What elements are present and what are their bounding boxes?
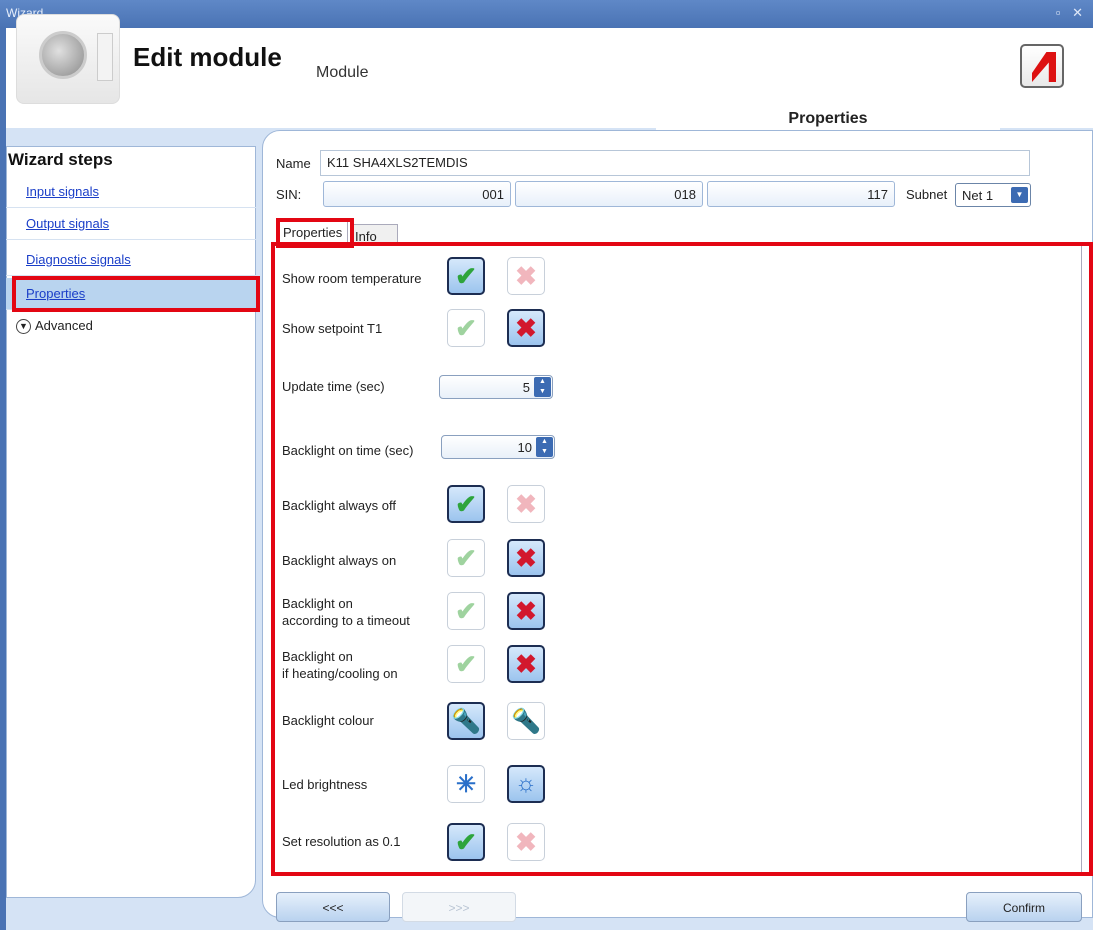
check-icon: ✔ bbox=[455, 260, 477, 291]
update-time-label: Update time (sec) bbox=[282, 379, 385, 394]
sin-label: SIN: bbox=[276, 187, 302, 202]
backlight-always-on-label: Backlight always on bbox=[282, 553, 397, 568]
window-controls[interactable]: ▫ ✕ bbox=[1056, 5, 1087, 21]
show-room-temperature-no-button[interactable]: ✖ bbox=[507, 257, 545, 295]
back-button[interactable]: <<< bbox=[276, 892, 390, 922]
update-time-value: 5 bbox=[522, 380, 530, 395]
step-link[interactable]: Diagnostic signals bbox=[26, 252, 131, 267]
chevron-down-icon: ▼ bbox=[16, 319, 31, 335]
cross-icon: ✖ bbox=[515, 826, 537, 857]
brightness-low-icon: ✳ bbox=[455, 770, 477, 798]
backlight-colour-blue-button[interactable]: 🔦 bbox=[447, 702, 485, 740]
bulb-icon: 🔦 bbox=[451, 707, 481, 735]
backlight-always-off-label: Backlight always off bbox=[282, 498, 396, 513]
backlight-heating-label-line2: if heating/cooling on bbox=[282, 666, 398, 681]
cross-icon: ✖ bbox=[515, 648, 537, 679]
backlight-always-off-no-button[interactable]: ✖ bbox=[507, 485, 545, 523]
advanced-label: Advanced bbox=[35, 318, 93, 333]
backlight-on-time-spinner[interactable]: 10 ▲ ▼ bbox=[441, 435, 555, 459]
backlight-always-on-no-button[interactable]: ✖ bbox=[507, 539, 545, 577]
show-setpoint-t1-label: Show setpoint T1 bbox=[282, 321, 383, 336]
wizard-steps-title: Wizard steps bbox=[8, 150, 113, 169]
cross-icon: ✖ bbox=[515, 260, 537, 291]
sin-field-2[interactable]: 018 bbox=[515, 181, 703, 207]
backlight-timeout-label-line1: Backlight on bbox=[282, 596, 353, 611]
set-resolution-label: Set resolution as 0.1 bbox=[282, 834, 401, 849]
backlight-colour-white-button[interactable]: 🔦 bbox=[507, 702, 545, 740]
backlight-heating-no-button[interactable]: ✖ bbox=[507, 645, 545, 683]
backlight-colour-label: Backlight colour bbox=[282, 713, 374, 728]
show-setpoint-t1-no-button[interactable]: ✖ bbox=[507, 309, 545, 347]
check-icon: ✔ bbox=[455, 595, 477, 626]
app-logo-icon bbox=[1020, 44, 1064, 88]
step-diagnostic-signals[interactable]: Diagnostic signals bbox=[6, 244, 256, 276]
show-setpoint-t1-yes-button[interactable]: ✔ bbox=[447, 309, 485, 347]
backlight-timeout-label: Backlight on according to a timeout bbox=[282, 595, 410, 629]
step-output-signals[interactable]: Output signals bbox=[6, 208, 256, 240]
show-room-temperature-yes-button[interactable]: ✔ bbox=[447, 257, 485, 295]
show-room-temperature-label: Show room temperature bbox=[282, 271, 422, 286]
brightness-high-icon: ☼ bbox=[515, 770, 537, 797]
step-link[interactable]: Input signals bbox=[26, 184, 99, 199]
subnet-select[interactable]: Net 1 ▼ bbox=[955, 183, 1031, 207]
module-side-image bbox=[97, 33, 113, 81]
set-resolution-yes-button[interactable]: ✔ bbox=[447, 823, 485, 861]
cross-icon: ✖ bbox=[515, 488, 537, 519]
subnet-value: Net 1 bbox=[962, 188, 994, 203]
section-tab-properties: Properties bbox=[656, 106, 1000, 132]
backlight-timeout-label-line2: according to a timeout bbox=[282, 613, 410, 628]
backlight-on-time-value: 10 bbox=[517, 440, 532, 455]
cross-icon: ✖ bbox=[515, 542, 537, 573]
sin-field-3[interactable]: 117 bbox=[707, 181, 895, 207]
check-icon: ✔ bbox=[455, 488, 477, 519]
step-link[interactable]: Output signals bbox=[26, 216, 109, 231]
name-field[interactable]: K11 SHA4XLS2TEMDIS bbox=[320, 150, 1030, 176]
cross-icon: ✖ bbox=[515, 595, 537, 626]
spinner-arrows-icon[interactable]: ▲ ▼ bbox=[534, 377, 551, 397]
step-properties[interactable]: Properties bbox=[6, 278, 256, 310]
led-brightness-low-button[interactable]: ✳ bbox=[447, 765, 485, 803]
backlight-always-on-yes-button[interactable]: ✔ bbox=[447, 539, 485, 577]
backlight-heating-label: Backlight on if heating/cooling on bbox=[282, 648, 398, 682]
step-link[interactable]: Properties bbox=[26, 286, 85, 301]
tab-info[interactable]: Info bbox=[350, 224, 398, 245]
page-subtitle: Module bbox=[316, 64, 369, 81]
module-dial-image bbox=[39, 31, 87, 79]
backlight-heating-label-line1: Backlight on bbox=[282, 649, 353, 664]
subnet-label: Subnet bbox=[906, 187, 948, 202]
advanced-expander[interactable]: ▼ Advanced bbox=[16, 318, 93, 335]
window-titlebar: Wizard... ▫ ✕ bbox=[0, 0, 1093, 28]
next-button[interactable]: >>> bbox=[402, 892, 516, 922]
check-icon: ✔ bbox=[455, 542, 477, 573]
tab-properties[interactable]: Properties bbox=[278, 219, 348, 245]
page-title: Edit module bbox=[133, 42, 282, 72]
spinner-arrows-icon[interactable]: ▲ ▼ bbox=[536, 437, 553, 457]
update-time-spinner[interactable]: 5 ▲ ▼ bbox=[439, 375, 553, 399]
led-brightness-label: Led brightness bbox=[282, 777, 368, 792]
backlight-always-off-yes-button[interactable]: ✔ bbox=[447, 485, 485, 523]
sin-field-1[interactable]: 001 bbox=[323, 181, 511, 207]
set-resolution-no-button[interactable]: ✖ bbox=[507, 823, 545, 861]
backlight-timeout-no-button[interactable]: ✖ bbox=[507, 592, 545, 630]
name-label: Name bbox=[276, 156, 311, 171]
backlight-on-time-label: Backlight on time (sec) bbox=[282, 443, 414, 458]
led-brightness-high-button[interactable]: ☼ bbox=[507, 765, 545, 803]
cross-icon: ✖ bbox=[515, 312, 537, 343]
step-input-signals[interactable]: Input signals bbox=[6, 176, 256, 208]
check-icon: ✔ bbox=[455, 826, 477, 857]
check-icon: ✔ bbox=[455, 312, 477, 343]
confirm-button[interactable]: Confirm bbox=[966, 892, 1082, 922]
check-icon: ✔ bbox=[455, 648, 477, 679]
backlight-heating-yes-button[interactable]: ✔ bbox=[447, 645, 485, 683]
module-image bbox=[16, 14, 120, 104]
bulb-icon: 🔦 bbox=[511, 707, 541, 735]
dropdown-arrow-icon[interactable]: ▼ bbox=[1011, 187, 1028, 203]
backlight-timeout-yes-button[interactable]: ✔ bbox=[447, 592, 485, 630]
